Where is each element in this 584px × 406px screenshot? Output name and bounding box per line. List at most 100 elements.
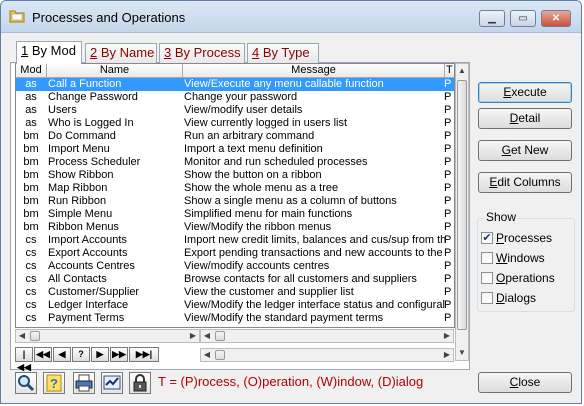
minimize-button[interactable]: ▁ [479,10,505,27]
left-horizontal-thumb[interactable] [30,331,40,341]
vertical-scrollbar[interactable]: ▲ ▼ [455,63,469,361]
help-button[interactable]: ? [43,372,65,394]
maximize-button[interactable]: ▭ [510,10,536,27]
table-row[interactable]: bm Show Ribbon Show the button on a ribbon… [16,169,454,182]
column-header-mod[interactable]: Mod [16,64,47,78]
bottom-horizontal-thumb[interactable] [215,350,225,360]
cell-message: Show the whole menu as a tree [184,182,339,194]
scroll-left-icon[interactable]: ◀ [201,348,213,362]
checkbox-box[interactable] [481,292,493,304]
tab-by-name[interactable]: 2 By Name [85,43,157,63]
next-record-button[interactable]: ▶ [91,347,109,362]
scroll-left-icon[interactable]: ◀ [16,329,28,343]
table-row[interactable]: cs Accounts Centres View/modify accounts c… [16,260,454,273]
search-button[interactable] [15,372,37,394]
process-grid[interactable]: Mod Name Message T as Call a Function View… [15,63,455,328]
cell-name: Change Password [48,91,138,103]
detail-button[interactable]: Detail [478,108,572,129]
table-row[interactable]: bm Map Ribbon Show the whole menu as a tre… [16,182,454,195]
lock-button[interactable] [129,372,151,394]
cell-name: Show Ribbon [48,169,114,181]
cell-mod: as [25,104,37,116]
right-horizontal-thumb[interactable] [215,331,225,341]
cell-message: Change your password [184,91,298,103]
vertical-scroll-thumb[interactable] [457,80,467,330]
close-button[interactable]: Close [478,372,572,393]
table-row[interactable]: bm Process Scheduler Monitor and run sched… [16,156,454,169]
access-key: G [501,143,511,157]
edit-columns-button[interactable]: Edit Columns [478,172,572,193]
table-row[interactable]: as Users View/modify user details P [16,104,454,117]
cell-mod: cs [25,247,37,259]
label-text: ialogs [504,291,537,305]
scroll-left-icon[interactable]: ◀ [201,329,213,343]
checkbox-label[interactable]: Processes [496,231,552,245]
maximize-icon: ▭ [518,13,528,24]
table-row[interactable]: bm Run Ribbon Show a single menu as a colu… [16,195,454,208]
cell-message: View/Execute any menu callable function [184,78,384,90]
close-icon: ✕ [551,13,561,24]
table-row[interactable]: cs Export Accounts Export pending transact… [16,247,454,260]
column-header-message[interactable]: Message [183,64,445,78]
checkbox-label[interactable]: Windows [496,251,545,265]
tab-by-mod[interactable]: 1 By Mod [16,41,82,64]
access-key: O [496,271,506,285]
cell-name: Ledger Interface [48,299,129,311]
previous-page-button[interactable]: ◀◀ [34,347,52,362]
lock-icon [133,374,147,392]
table-row[interactable]: cs All Contacts Browse contacts for all cu… [16,273,454,286]
last-record-button[interactable]: ▶▶| [129,347,159,362]
column-header-type[interactable]: T [445,64,454,78]
checkbox-label[interactable]: Dialogs [496,291,536,305]
export-button[interactable] [101,372,123,394]
previous-record-button[interactable]: ◀ [53,347,71,362]
search-icon [18,375,35,392]
cell-type: P [444,169,452,181]
button-label: dit Columns [497,175,561,189]
table-row[interactable]: as Who is Logged In View currently logged … [16,117,454,130]
cell-message: View/Modify the standard payment terms [184,312,384,324]
table-row[interactable]: as Change Password Change your password P [16,91,454,104]
find-record-button[interactable]: ? [72,347,90,362]
cell-message: Simplified menu for main functions [184,208,353,220]
table-row[interactable]: bm Simple Menu Simplified menu for main fu… [16,208,454,221]
table-row[interactable]: bm Ribbon Menus View/Modify the ribbon men… [16,221,454,234]
print-button[interactable] [73,372,95,394]
left-horizontal-scrollbar[interactable]: ◀ ▶ [15,329,200,343]
scroll-right-icon[interactable]: ▶ [441,329,453,343]
tab-by-type[interactable]: 4 By Type [247,43,319,63]
show-group-title: Show [484,210,519,224]
table-row[interactable]: bm Do Command Run an arbitrary command P [16,130,454,143]
checkbox-box[interactable]: ✔ [481,232,493,244]
right-horizontal-scrollbar[interactable]: ◀ ▶ [200,329,454,343]
checkbox-box[interactable] [481,252,493,264]
scroll-right-icon[interactable]: ▶ [187,329,199,343]
table-row[interactable]: cs Customer/Supplier View the customer and… [16,286,454,299]
cell-type: P [444,182,452,194]
first-record-button[interactable]: |◀◀ [15,347,33,372]
access-key: D [496,291,505,305]
table-row[interactable]: cs Import Accounts Import new credit limit… [16,234,454,247]
column-header-name[interactable]: Name [47,64,183,78]
scroll-right-icon[interactable]: ▶ [441,348,453,362]
next-page-button[interactable]: ▶▶ [110,347,128,362]
scroll-down-icon[interactable]: ▼ [456,346,468,360]
cell-name: Ribbon Menus [48,221,119,233]
table-row[interactable]: as Call a Function View/Execute any menu c… [16,78,454,91]
folder-icon [9,10,25,23]
cell-message: View currently logged in users list [184,117,348,129]
get-new-button[interactable]: Get New [478,140,572,161]
tab-label: By Type [259,45,310,60]
checkbox-label[interactable]: Operations [496,271,555,285]
table-row[interactable]: cs Payment Terms View/Modify the standard … [16,312,454,325]
bottom-horizontal-scrollbar[interactable]: ◀ ▶ [200,348,454,362]
execute-button[interactable]: Execute [478,82,572,103]
close-window-button[interactable]: ✕ [541,10,571,27]
scroll-up-icon[interactable]: ▲ [456,64,468,78]
table-row[interactable]: cs Ledger Interface View/Modify the ledger… [16,299,454,312]
checkbox-box[interactable] [481,272,493,284]
tab-by-process[interactable]: 3 By Process [159,43,245,63]
table-row[interactable]: bm Import Menu Import a text menu definiti… [16,143,454,156]
cell-type: P [444,117,452,129]
cell-message: Run an arbitrary command [184,130,315,142]
